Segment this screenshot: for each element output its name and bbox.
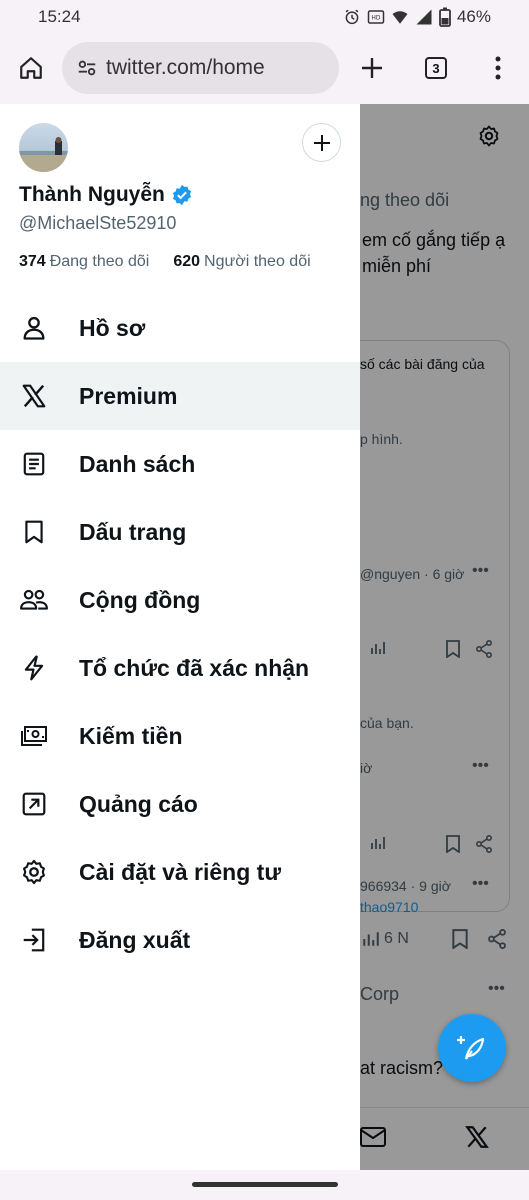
more-vertical-icon [495,56,501,80]
lightning-icon [19,653,49,683]
drawer-menu: Hồ sơ Premium Danh sách Dấu trang Cộng đ… [0,294,360,974]
bookmark-icon [19,517,49,547]
home-button[interactable] [9,46,53,90]
gesture-handle[interactable] [192,1182,338,1187]
signal-icon [416,9,432,25]
gear-icon [19,857,49,887]
alarm-icon [345,9,359,25]
compose-post-button[interactable] [438,1014,506,1082]
add-account-button[interactable] [302,123,341,162]
menu-item-label: Quảng cáo [79,790,198,817]
logout-icon [19,925,49,955]
new-tab-button[interactable] [350,46,394,90]
status-time: 15:24 [38,7,81,26]
menu-item-communities[interactable]: Cộng đồng [0,566,360,634]
battery-icon [439,7,451,27]
menu-item-label: Kiếm tiền [79,722,183,749]
avatar[interactable] [19,123,68,172]
system-nav-bar [0,1170,529,1200]
display-name[interactable]: Thành Nguyễn [19,183,193,207]
wifi-icon [392,11,408,24]
following-stat[interactable]: 374 Đang theo dõi [19,253,149,271]
verified-badge-icon [172,184,191,206]
menu-item-profile[interactable]: Hồ sơ [0,294,360,362]
address-bar[interactable]: twitter.com/home [62,42,339,94]
menu-item-label: Premium [79,382,178,409]
menu-item-settings[interactable]: Cài đặt và riêng tư [0,838,360,906]
followers-stat[interactable]: 620 Người theo dõi [173,253,310,271]
svg-text:HD: HD [371,14,381,21]
menu-item-logout[interactable]: Đăng xuất [0,906,360,974]
communities-icon [19,585,49,615]
tab-count: 3 [425,57,447,79]
menu-item-label: Danh sách [79,450,196,477]
menu-item-label: Dấu trang [79,518,187,545]
follow-stats: 374 Đang theo dõi 620 Người theo dõi [19,253,335,271]
username-handle: @MichaelSte52910 [19,213,177,233]
menu-item-verified-orgs[interactable]: Tổ chức đã xác nhận [0,634,360,702]
menu-item-label: Hồ sơ [79,314,146,341]
menu-item-label: Cài đặt và riêng tư [79,858,281,885]
followers-count: 620 [173,253,201,270]
list-icon [19,449,49,479]
navigation-drawer: Thành Nguyễn @MichaelSte52910 374 Đang th… [0,104,360,1170]
menu-item-lists[interactable]: Danh sách [0,430,360,498]
menu-item-label: Cộng đồng [79,586,201,613]
following-label: Đang theo dõi [49,253,150,270]
ads-arrow-icon [19,789,49,819]
menu-item-premium[interactable]: Premium [0,362,360,430]
tab-switcher-button[interactable]: 3 [414,46,458,90]
followers-label: Người theo dõi [204,253,311,270]
menu-item-bookmarks[interactable]: Dấu trang [0,498,360,566]
drawer-scrim[interactable] [360,104,529,1170]
menu-item-label: Đăng xuất [79,926,191,953]
feather-plus-icon [457,1036,485,1060]
money-icon [19,721,49,751]
display-name-text: Thành Nguyễn [19,183,165,206]
battery-percent: 46% [456,7,491,26]
browser-toolbar: twitter.com/home 3 [0,34,529,104]
plus-icon [362,58,382,78]
browser-menu-button[interactable] [476,46,520,90]
status-bar: 15:24 HD 46% [0,0,529,34]
menu-item-ads[interactable]: Quảng cáo [0,770,360,838]
url-text: twitter.com/home [106,56,265,79]
plus-icon [313,134,330,151]
person-icon [19,313,49,343]
following-count: 374 [19,253,46,270]
home-icon [20,57,42,79]
x-logo-icon [19,381,49,411]
hd-call-icon: HD [367,10,385,24]
site-settings-icon [78,60,96,76]
menu-item-label: Tổ chức đã xác nhận [79,654,310,681]
menu-item-monetization[interactable]: Kiếm tiền [0,702,360,770]
